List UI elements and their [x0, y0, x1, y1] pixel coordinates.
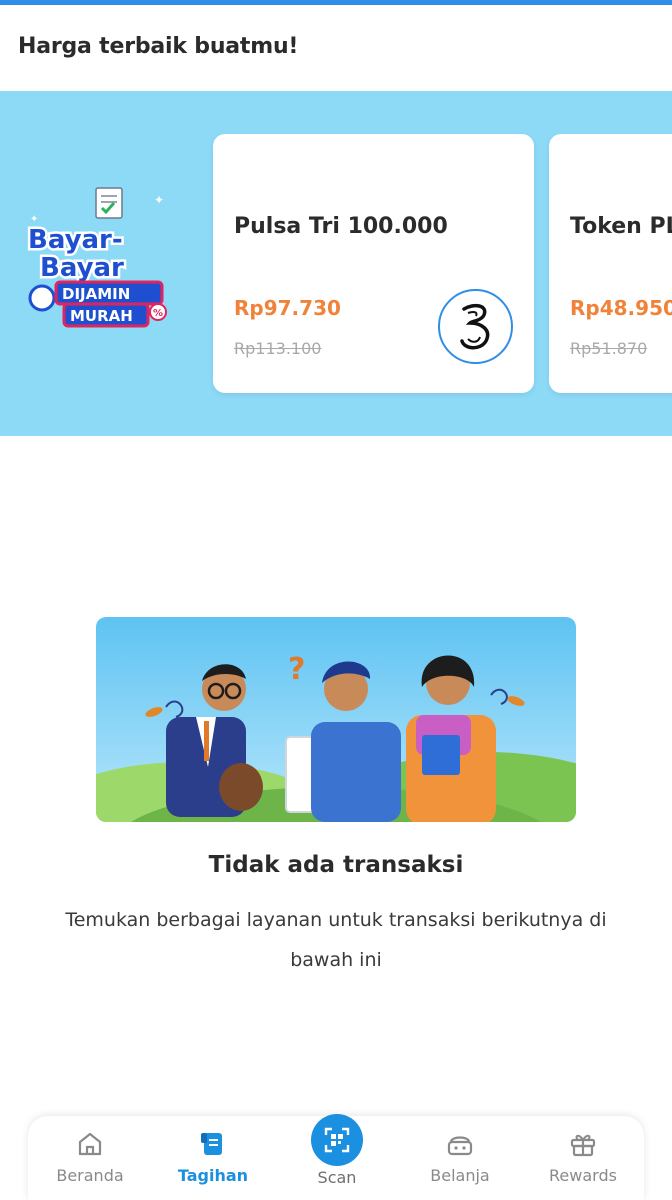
deal-price: Rp48.950 — [570, 296, 672, 320]
promo-logo-line3: DIJAMIN — [62, 285, 130, 303]
promo-logo-line4: MURAH — [70, 307, 133, 325]
deal-original-price: Rp113.100 — [234, 339, 322, 358]
nav-item-tagihan[interactable]: Tagihan — [153, 1116, 273, 1200]
scan-button[interactable] — [311, 1114, 363, 1166]
qr-scan-icon — [324, 1127, 350, 1153]
nav-label-scan[interactable]: Scan — [277, 1168, 397, 1187]
bottom-navigation: Beranda Tagihan Scan Belanja Rewards — [28, 1114, 644, 1200]
section-title: Harga terbaik buatmu! — [18, 34, 299, 59]
empty-state-illustration: ? — [96, 617, 576, 822]
shop-basket-icon — [447, 1136, 473, 1156]
empty-state-title: Tidak ada transaksi — [208, 852, 464, 878]
svg-text:?: ? — [288, 652, 305, 687]
deal-card[interactable]: Token PLN 50.000 Rp48.950 Rp51.870 — [549, 134, 672, 393]
nav-label: Tagihan — [177, 1166, 249, 1185]
promo-logo-line1: Bayar- — [28, 225, 123, 255]
promo-logo-line2: Bayar — [40, 253, 124, 283]
promo-carousel[interactable]: ✦ ✦ Bayar- Bayar DIJAMIN MURAH % Pulsa T… — [0, 91, 672, 436]
nav-item-rewards[interactable]: Rewards — [523, 1116, 643, 1200]
empty-state-description: Temukan berbagai layanan untuk transaksi… — [65, 909, 607, 971]
svg-text:✦: ✦ — [30, 214, 38, 225]
promo-logo-percent: % — [153, 308, 163, 319]
bill-icon — [201, 1133, 222, 1155]
nav-label: Rewards — [549, 1166, 617, 1185]
nav-item-beranda[interactable]: Beranda — [30, 1116, 150, 1200]
nav-item-belanja[interactable]: Belanja — [400, 1116, 520, 1200]
home-icon — [78, 1132, 102, 1156]
top-accent-strip — [0, 0, 672, 5]
tri-logo-icon — [438, 289, 513, 364]
gift-icon — [570, 1134, 596, 1157]
deal-price: Rp97.730 — [234, 296, 341, 320]
deal-card[interactable]: Pulsa Tri 100.000 Rp97.730 Rp113.100 — [213, 134, 534, 393]
bayar-bayar-promo-logo: ✦ ✦ Bayar- Bayar DIJAMIN MURAH % — [26, 187, 167, 328]
deal-original-price: Rp51.870 — [570, 339, 648, 358]
nav-label: Beranda — [56, 1166, 124, 1185]
deal-name: Token PLN 50.000 — [570, 214, 672, 239]
nav-label: Belanja — [430, 1166, 490, 1185]
svg-text:✦: ✦ — [154, 193, 164, 207]
deal-name: Pulsa Tri 100.000 — [234, 214, 448, 239]
